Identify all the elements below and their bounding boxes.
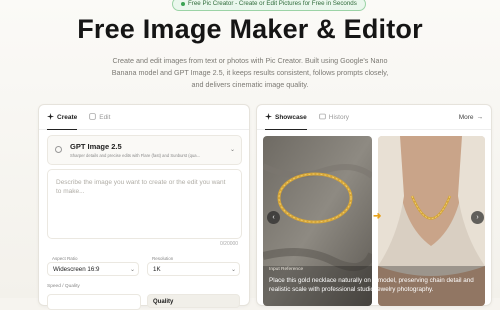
- speed-option[interactable]: [47, 294, 141, 310]
- edit-icon: [89, 112, 96, 122]
- resolution-value: 1K: [153, 266, 161, 273]
- tab-edit-label: Edit: [99, 113, 111, 121]
- model-name: GPT Image 2.5: [70, 142, 122, 151]
- quality-option[interactable]: Quality: [147, 294, 240, 308]
- chevron-down-icon: ⌄: [130, 267, 136, 273]
- promo-badge: Free Pic Creator - Create or Edit Pictur…: [172, 0, 366, 11]
- character-count: 0/20000: [220, 241, 239, 247]
- aspect-ratio-value: Widescreen 16:9: [53, 266, 100, 273]
- tab-create-label: Create: [57, 113, 78, 121]
- showcase-caption: Place this gold necklace naturally on a …: [269, 277, 474, 293]
- speed-quality-label: Speed / Quality: [47, 284, 80, 289]
- arrow-right-icon: →: [476, 113, 484, 121]
- next-arrow-icon[interactable]: ›: [471, 211, 484, 224]
- model-subtitle: Sharper details and precise edits with F…: [70, 153, 201, 158]
- chevron-down-icon: ⌄: [231, 267, 237, 273]
- prompt-textarea[interactable]: Describe the image you want to create or…: [47, 169, 242, 239]
- create-tabs: Create Edit: [39, 105, 249, 130]
- tab-history-label: History: [328, 113, 350, 121]
- tab-edit[interactable]: Edit: [89, 105, 110, 129]
- previous-arrow-icon[interactable]: ‹: [267, 211, 280, 224]
- aspect-ratio-select[interactable]: Widescreen 16:9 ⌄: [47, 262, 139, 276]
- prompt-placeholder: Describe the image you want to create or…: [56, 179, 226, 195]
- more-label: More: [458, 113, 474, 121]
- history-icon: [319, 113, 326, 122]
- badge-text: Free Pic Creator - Create or Edit Pictur…: [188, 0, 357, 7]
- status-dot-icon: [181, 2, 185, 6]
- tab-showcase[interactable]: Showcase: [265, 105, 307, 130]
- transform-arrow-icon: ➜: [373, 211, 382, 222]
- tab-create[interactable]: Create: [47, 105, 78, 130]
- model-icon: [55, 146, 62, 153]
- sparkle-icon: [265, 112, 272, 122]
- resolution-label: Resolution: [152, 256, 174, 261]
- resolution-select[interactable]: 1K ⌄: [147, 262, 240, 276]
- create-panel: Create Edit GPT Image 2.5 Sharper detail…: [38, 104, 250, 310]
- quality-option-label: Quality: [153, 299, 174, 305]
- more-link[interactable]: More →: [459, 105, 483, 129]
- showcase-panel: Showcase History More → ‹ ➜ › Input Refe…: [256, 104, 492, 306]
- page-title: Free Image Maker & Editor: [77, 14, 423, 44]
- input-reference-tag: Input Reference: [269, 267, 304, 272]
- model-selector[interactable]: GPT Image 2.5 Sharper details and precis…: [47, 135, 242, 165]
- aspect-ratio-label: Aspect Ratio: [52, 256, 78, 261]
- hero-description: Create and edit images from text or phot…: [111, 56, 389, 89]
- tab-showcase-label: Showcase: [275, 113, 307, 121]
- showcase-tabs: Showcase History More →: [257, 105, 491, 130]
- chevron-down-icon: ⌄: [230, 147, 236, 153]
- tab-history[interactable]: History: [319, 105, 349, 129]
- sparkle-icon: [47, 112, 54, 122]
